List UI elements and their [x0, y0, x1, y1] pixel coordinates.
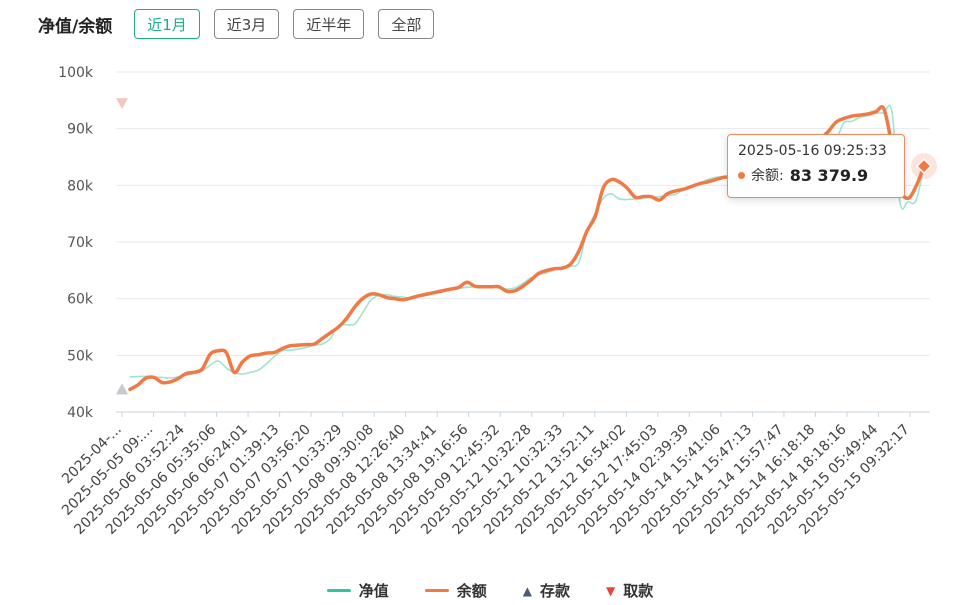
withdrawal-marker-icon: [116, 98, 128, 110]
tooltip-dot-icon: [738, 171, 745, 179]
legend-label: 净值: [358, 582, 389, 600]
tooltip: 2025-05-16 09:25:33 余额: 83 379.9: [727, 134, 905, 198]
legend: 净值 余额 ▲ 存款 ▼ 取款: [0, 580, 980, 601]
legend-label: 取款: [623, 582, 654, 600]
x-axis: 2025-04-...2025-05-05 09:...2025-05-06 0…: [59, 412, 913, 538]
legend-label: 存款: [540, 582, 571, 600]
legend-item-equity[interactable]: 净值: [326, 580, 389, 601]
deposit-marker-icon: [116, 383, 128, 395]
tooltip-value: 83 379.9: [789, 165, 869, 185]
triangle-down-icon: ▼: [606, 583, 616, 598]
y-axis: 40k 50k 60k 70k 80k 90k 100k: [58, 65, 94, 421]
y-tick-label: 70k: [67, 235, 94, 251]
y-tick-label: 60k: [67, 292, 94, 308]
equity-balance-chart[interactable]: 40k 50k 60k 70k 80k 90k 100k 2025-04-...2025-0…: [0, 0, 980, 605]
y-tick-label: 80k: [67, 178, 94, 194]
legend-item-deposit[interactable]: ▲ 存款: [523, 580, 570, 601]
legend-item-balance[interactable]: 余额: [424, 580, 487, 601]
legend-label: 余额: [456, 582, 487, 600]
tooltip-time: 2025-05-16 09:25:33: [738, 143, 887, 159]
line-icon: [326, 589, 351, 592]
y-tick-label: 100k: [58, 65, 94, 81]
triangle-up-icon: ▲: [522, 583, 532, 598]
line-icon: [424, 589, 449, 592]
y-tick-label: 40k: [67, 405, 94, 421]
y-tick-label: 50k: [67, 348, 94, 364]
legend-item-withdrawal[interactable]: ▼ 取款: [606, 580, 653, 601]
y-tick-label: 90k: [67, 122, 94, 138]
tooltip-label: 余额:: [751, 168, 784, 184]
grid-lines: [116, 71, 930, 413]
tooltip-row: 余额: 83 379.9: [738, 165, 894, 185]
